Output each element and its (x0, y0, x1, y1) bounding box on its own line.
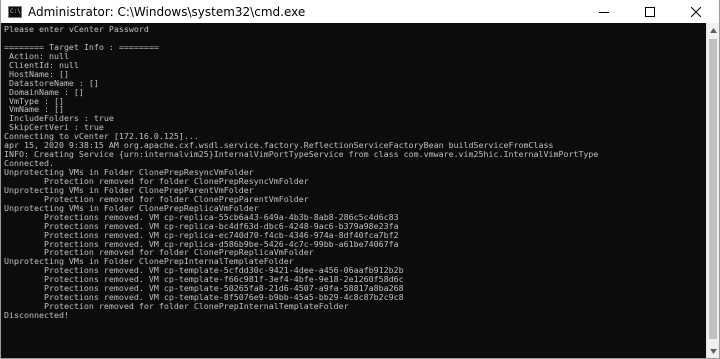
close-button[interactable] (673, 0, 719, 23)
console-line: Action: null (4, 50, 69, 61)
window-title: Administrator: C:\Windows\system32\cmd.e… (28, 4, 306, 19)
minimize-button[interactable] (581, 0, 627, 23)
maximize-button[interactable] (627, 0, 673, 23)
console-line: HostName: [] (4, 68, 69, 79)
console-line: ======== Target Info : ======== (4, 41, 159, 52)
console-line: INFO: Creating Service {urn:internalvim2… (4, 149, 599, 160)
console-line: Disconnected! (4, 310, 69, 320)
console-line: DomainName : [] (4, 86, 84, 97)
vertical-scrollbar[interactable] (706, 23, 719, 358)
console-line: Please enter vCenter Password (4, 24, 149, 34)
scrollbar-thumb[interactable] (709, 39, 717, 339)
title-bar[interactable]: C:\ Administrator: C:\Windows\system32\c… (1, 0, 719, 23)
console-output[interactable]: Please enter vCenter Password ======== Ta… (1, 23, 707, 358)
cmd-app-icon[interactable]: C:\ (8, 5, 22, 18)
scroll-down-arrow-icon (709, 348, 717, 354)
scroll-up-arrow-icon (709, 27, 717, 33)
maximize-icon (645, 6, 655, 17)
console-line: VmType : [] (4, 95, 64, 106)
console-line: DatastoreName : [] (4, 77, 99, 88)
close-icon (691, 6, 701, 17)
console-line: Protection removed for folder ClonePrepI… (4, 301, 349, 312)
minimize-icon (599, 11, 609, 13)
cmd-window: C:\ Administrator: C:\Windows\system32\c… (0, 0, 720, 359)
console-line: IncludeFolders : true (4, 113, 114, 124)
scroll-up-button[interactable] (707, 23, 719, 37)
console-line: ClientId: null (4, 59, 79, 70)
window-controls (581, 0, 719, 23)
console-text: Please enter vCenter Password ======== Ta… (1, 23, 707, 320)
scroll-down-button[interactable] (707, 344, 719, 358)
